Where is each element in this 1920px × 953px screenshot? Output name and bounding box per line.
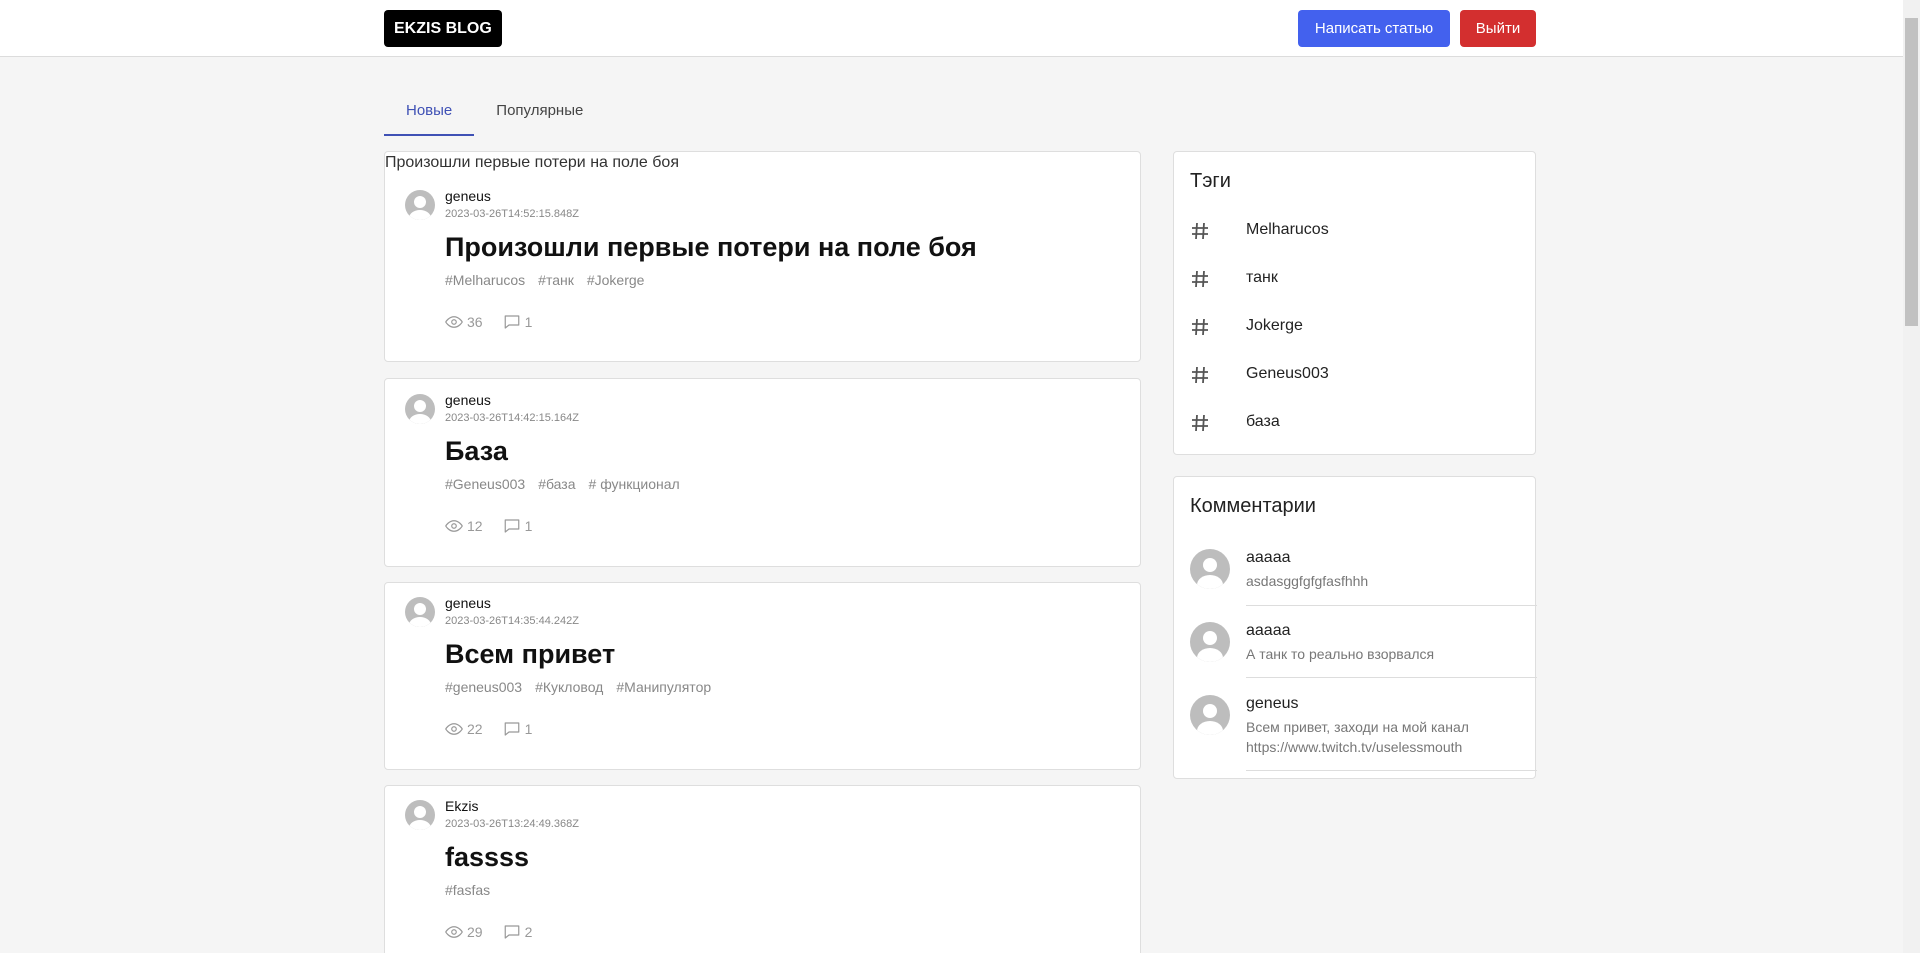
post-stats: 22 1 (445, 719, 1130, 739)
eye-icon (445, 926, 463, 938)
comment-author: aaaaa (1246, 622, 1291, 639)
comment-author: aaaaa (1246, 549, 1291, 566)
comment-text: asdasggfgfgfasfhhh (1246, 573, 1369, 589)
author-avatar[interactable] (405, 800, 435, 830)
post-tag[interactable]: #geneus003 (445, 679, 522, 695)
author-avatar[interactable] (405, 597, 435, 627)
comment-avatar[interactable] (1190, 695, 1230, 735)
post-stats: 29 2 (445, 922, 1130, 942)
comment-divider (1246, 677, 1537, 678)
sidebar-tag-label: Geneus003 (1246, 365, 1329, 382)
author-avatar[interactable] (405, 394, 435, 424)
hash-icon (1192, 366, 1208, 384)
post-tag[interactable]: #Geneus003 (445, 476, 525, 492)
post-date: 2023-03-26T14:52:15.848Z (445, 208, 579, 220)
tags-block-title: Тэги (1190, 170, 1231, 192)
eye-icon (445, 723, 463, 735)
post-tags: #fasfas (445, 882, 1130, 902)
tab-popular[interactable]: Популярные (474, 92, 605, 136)
comments-count: 1 (524, 518, 533, 534)
comments-count: 1 (524, 721, 533, 737)
views-count: 22 (467, 721, 483, 737)
comment-item[interactable]: geneus Всем привет, заходи на мой канал … (1190, 695, 1520, 765)
post-tag[interactable]: #Манипулятор (616, 679, 711, 695)
views-count: 12 (467, 518, 483, 534)
post-tag[interactable]: #танк (538, 272, 574, 288)
sidebar-tag-label: Melharucos (1246, 221, 1329, 238)
comments-count: 1 (524, 314, 533, 330)
sidebar-tag-item[interactable]: Melharucos (1190, 218, 1510, 244)
post-date: 2023-03-26T13:24:49.368Z (445, 818, 579, 830)
post-author[interactable]: geneus (445, 392, 1130, 410)
comment-text: А танк то реально взорвался (1246, 646, 1435, 662)
post-card[interactable]: Произошли первые потери на поле боя gene… (384, 151, 1141, 362)
post-stats: 36 1 (445, 312, 1130, 332)
post-tags: #Melharucos #танк #Jokerge (445, 272, 1130, 292)
post-tag[interactable]: #Кукловод (535, 679, 603, 695)
eye-icon (445, 316, 463, 328)
comment-icon (504, 315, 519, 329)
post-tabs: Новые Популярные (384, 92, 605, 136)
post-stats: 12 1 (445, 516, 1130, 536)
post-tag[interactable]: #Melharucos (445, 272, 525, 288)
views-count: 29 (467, 924, 483, 940)
tags-block: Тэги Melharucos танк Jokerge Geneus003 б… (1173, 151, 1536, 455)
hash-icon (1192, 270, 1208, 288)
sidebar-tag-item[interactable]: база (1190, 410, 1510, 436)
eye-icon (445, 520, 463, 532)
comments-block: Комментарии aaaaa asdasggfgfgfasfhhh aaa… (1173, 476, 1537, 779)
sidebar-tag-label: Jokerge (1246, 317, 1303, 334)
logo[interactable]: EKZIS BLOG (384, 10, 502, 47)
post-author[interactable]: geneus (445, 595, 1130, 613)
comment-icon (504, 519, 519, 533)
comments-block-title: Комментарии (1190, 495, 1316, 517)
sidebar-tag-item[interactable]: танк (1190, 266, 1510, 292)
write-article-button[interactable]: Написать статью (1298, 10, 1450, 47)
comment-text: Всем привет, заходи на мой канал https:/… (1246, 719, 1469, 755)
post-date: 2023-03-26T14:42:15.164Z (445, 412, 579, 424)
post-card[interactable]: geneus 2023-03-26T14:35:44.242Z Всем при… (384, 582, 1141, 770)
author-avatar[interactable] (405, 190, 435, 220)
post-date: 2023-03-26T14:35:44.242Z (445, 615, 579, 627)
tab-new[interactable]: Новые (384, 92, 475, 136)
post-tag[interactable]: #база (538, 476, 575, 492)
comment-icon (504, 925, 519, 939)
post-card[interactable]: Ekzis 2023-03-26T13:24:49.368Z fassss #f… (384, 785, 1141, 953)
sidebar-tag-label: танк (1246, 269, 1278, 286)
post-title[interactable]: База (445, 434, 1130, 468)
comment-icon (504, 722, 519, 736)
comment-item[interactable]: aaaaa А танк то реально взорвался (1190, 622, 1520, 672)
logout-button[interactable]: Выйти (1460, 10, 1536, 47)
scrollbar-thumb[interactable] (1905, 18, 1918, 326)
hash-icon (1192, 222, 1208, 240)
sidebar-tag-item[interactable]: Geneus003 (1190, 362, 1510, 388)
post-card[interactable]: geneus 2023-03-26T14:42:15.164Z База #Ge… (384, 378, 1141, 567)
comment-avatar[interactable] (1190, 549, 1230, 589)
comment-author: geneus (1246, 695, 1299, 712)
post-tag[interactable]: # функционал (589, 476, 680, 492)
post-author[interactable]: Ekzis (445, 798, 1130, 816)
post-title[interactable]: Всем привет (445, 637, 1130, 671)
hash-icon (1192, 318, 1208, 336)
views-count: 36 (467, 314, 483, 330)
app-header: EKZIS BLOG Написать статью Выйти (0, 0, 1903, 57)
post-image[interactable]: Произошли первые потери на поле боя (385, 152, 1140, 174)
post-tag[interactable]: #Jokerge (587, 272, 645, 288)
comments-count: 2 (524, 924, 533, 940)
hash-icon (1192, 414, 1208, 432)
post-tag[interactable]: #fasfas (445, 882, 490, 898)
comment-divider (1246, 770, 1537, 771)
sidebar-tag-label: база (1246, 413, 1280, 430)
comment-item[interactable]: aaaaa asdasggfgfgfasfhhh (1190, 549, 1520, 599)
page-scrollbar[interactable] (1903, 0, 1920, 953)
comment-avatar[interactable] (1190, 622, 1230, 662)
post-tags: #geneus003 #Кукловод #Манипулятор (445, 679, 1130, 699)
post-author[interactable]: geneus (445, 188, 1130, 206)
post-title[interactable]: fassss (445, 840, 1130, 874)
comment-divider (1246, 605, 1537, 606)
post-title[interactable]: Произошли первые потери на поле боя (445, 230, 1130, 264)
sidebar-tag-item[interactable]: Jokerge (1190, 314, 1510, 340)
post-tags: #Geneus003 #база # функционал (445, 476, 1130, 496)
